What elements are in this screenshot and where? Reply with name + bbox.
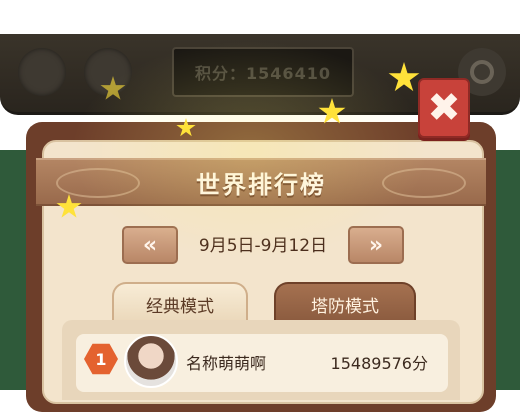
date-navigator: « 9月5日-9月12日 »: [122, 226, 404, 264]
date-range: 9月5日-9月12日: [198, 235, 328, 256]
tab-tower-defense-mode[interactable]: 塔防模式: [274, 282, 416, 324]
top-left-button[interactable]: [18, 48, 66, 96]
ornament-left-icon: [56, 168, 140, 198]
player-score: 15489576分: [330, 354, 428, 373]
avatar: [124, 334, 178, 388]
dialog-header: 世界排行榜: [36, 158, 486, 206]
dialog-title: 世界排行榜: [196, 170, 326, 199]
next-week-button[interactable]: »: [348, 226, 404, 264]
ornament-right-icon: [382, 168, 466, 198]
rank-badge: 1: [84, 343, 118, 375]
prev-week-button[interactable]: «: [122, 226, 178, 264]
close-button[interactable]: ✖: [418, 78, 470, 138]
score-display: 积分：1546410: [172, 47, 354, 97]
leaderboard-row[interactable]: 1 名称萌萌啊 15489576分: [76, 334, 448, 392]
tab-classic-mode[interactable]: 经典模式: [112, 282, 248, 324]
player-name: 名称萌萌啊: [186, 354, 267, 373]
